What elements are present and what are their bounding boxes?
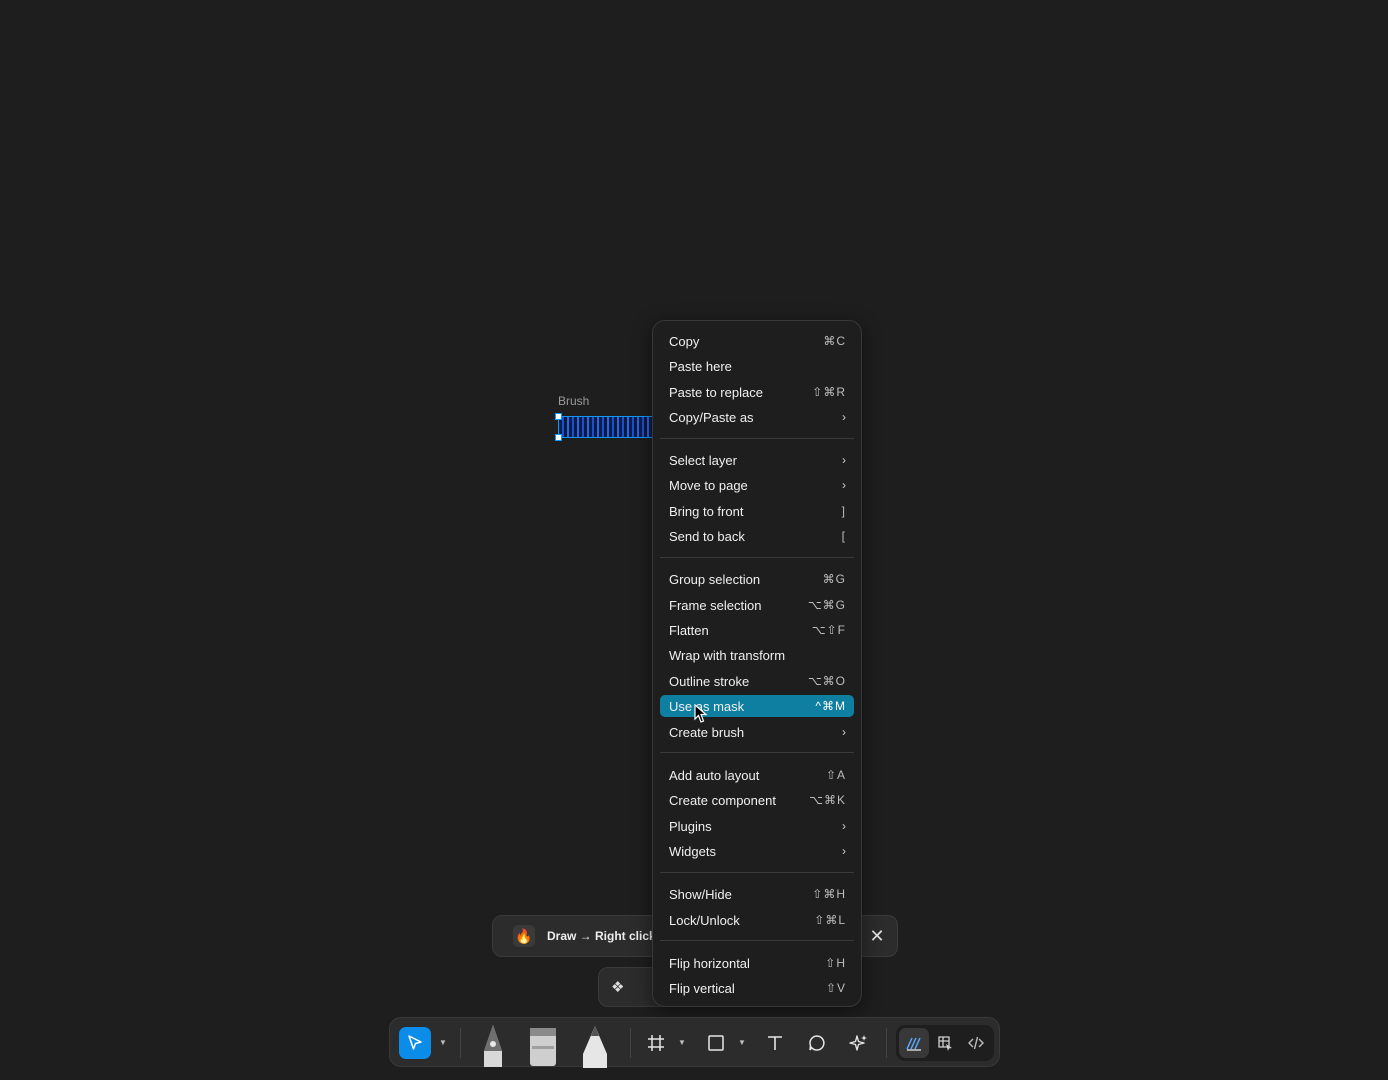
- menu-item-create-brush[interactable]: Create brush ›: [660, 721, 854, 743]
- toolbar-divider: [630, 1028, 631, 1058]
- shortcut: [: [841, 529, 846, 543]
- mode-switcher: [896, 1025, 994, 1061]
- marker-tool-button[interactable]: [526, 1024, 560, 1068]
- canvas[interactable]: Brush 🔥 Draw → Right click ✕ ❖ Copy ⌘C Pa…: [0, 0, 1388, 1080]
- shape-tool-button[interactable]: [702, 1027, 730, 1059]
- menu-item-send-to-back[interactable]: Send to back[: [660, 525, 854, 547]
- menu-divider: [660, 752, 854, 753]
- chevron-right-icon: ›: [842, 453, 846, 467]
- sparkle-icon: [849, 1035, 867, 1051]
- chevron-down-icon[interactable]: ▼: [738, 1038, 746, 1047]
- menu-item-flip-horizontal[interactable]: Flip horizontal ⇧H: [660, 952, 854, 974]
- pen-tool-button[interactable]: [476, 1022, 510, 1068]
- cursor-arrow-icon: [408, 1035, 422, 1050]
- comment-icon: [809, 1035, 825, 1051]
- menu-divider: [660, 872, 854, 873]
- shortcut: ⇧V: [825, 981, 846, 995]
- hash-frame-icon: [648, 1035, 664, 1051]
- chevron-right-icon: ›: [842, 478, 846, 492]
- shortcut: ⇧H: [825, 956, 846, 970]
- shortcut: ⌥⌘O: [807, 674, 846, 688]
- shortcut: ⌘G: [822, 572, 846, 586]
- close-icon[interactable]: ✕: [867, 926, 887, 946]
- layer-name-label: Brush: [558, 394, 590, 408]
- move-tool-button[interactable]: [399, 1027, 431, 1059]
- bottom-toolbar: ▼ ▼ ▼: [389, 1017, 1000, 1068]
- selection-handle-bottom-left[interactable]: [555, 434, 562, 441]
- shortcut: ⌥⌘G: [807, 598, 846, 612]
- menu-item-copy[interactable]: Copy ⌘C: [660, 330, 854, 352]
- shortcut: ⌥⌘K: [809, 793, 846, 807]
- text-icon: [768, 1036, 782, 1050]
- toolbar-divider: [886, 1028, 887, 1058]
- ai-tool-button[interactable]: [845, 1027, 873, 1059]
- dev-mode-button[interactable]: [961, 1028, 991, 1058]
- menu-divider: [660, 438, 854, 439]
- draw-mode-button[interactable]: [899, 1028, 929, 1058]
- menu-divider: [660, 940, 854, 941]
- menu-item-plugins[interactable]: Plugins ›: [660, 815, 854, 837]
- menu-item-show-hide[interactable]: Show/Hide ⇧⌘H: [660, 883, 854, 905]
- menu-item-flip-vertical[interactable]: Flip vertical ⇧V: [660, 977, 854, 999]
- chevron-down-icon[interactable]: ▼: [678, 1038, 686, 1047]
- text-tool-button[interactable]: [761, 1027, 789, 1059]
- chevron-right-icon: ›: [842, 410, 846, 424]
- menu-item-select-layer[interactable]: Select layer ›: [660, 449, 854, 471]
- menu-item-add-auto-layout[interactable]: Add auto layout ⇧A: [660, 764, 854, 786]
- menu-item-create-component[interactable]: Create component ⌥⌘K: [660, 789, 854, 811]
- design-mode-button[interactable]: [930, 1028, 960, 1058]
- brush-layer-selection[interactable]: [558, 416, 658, 438]
- toolbar-divider: [460, 1028, 461, 1058]
- selection-handle-top-left[interactable]: [555, 413, 562, 420]
- menu-item-paste-here[interactable]: Paste here: [660, 355, 854, 377]
- menu-item-paste-to-replace[interactable]: Paste to replace ⇧⌘R: [660, 381, 854, 403]
- square-icon: [708, 1035, 724, 1051]
- chevron-right-icon: ›: [842, 844, 846, 858]
- dev-mode-icon: [968, 1036, 984, 1050]
- shortcut: ⇧A: [825, 768, 846, 782]
- menu-item-move-to-page[interactable]: Move to page ›: [660, 474, 854, 496]
- pencil-tool-button[interactable]: [578, 1024, 612, 1068]
- frame-tool-button[interactable]: [642, 1027, 670, 1059]
- shortcut: ^⌘M: [815, 699, 846, 713]
- pencil-icon: [583, 1026, 607, 1068]
- menu-item-bring-to-front[interactable]: Bring to front]: [660, 500, 854, 522]
- menu-item-lock-unlock[interactable]: Lock/Unlock ⇧⌘L: [660, 909, 854, 931]
- chevron-right-icon: ›: [842, 725, 846, 739]
- shortcut: ⇧⌘H: [812, 887, 846, 901]
- mouse-cursor-icon: [694, 704, 708, 723]
- chevron-right-icon: ›: [842, 819, 846, 833]
- menu-item-flatten[interactable]: Flatten ⌥⇧F: [660, 619, 854, 641]
- menu-divider: [660, 557, 854, 558]
- shortcut: ⇧⌘R: [812, 385, 846, 399]
- menu-item-wrap-with-transform[interactable]: Wrap with transform: [660, 644, 854, 666]
- menu-item-widgets[interactable]: Widgets ›: [660, 840, 854, 862]
- chevron-down-icon[interactable]: ▼: [439, 1038, 447, 1047]
- draw-mode-icon: [906, 1037, 921, 1051]
- menu-item-outline-stroke[interactable]: Outline stroke ⌥⌘O: [660, 670, 854, 692]
- comment-tool-button[interactable]: [803, 1027, 831, 1059]
- menu-item-copy-paste-as[interactable]: Copy/Paste as ›: [660, 406, 854, 428]
- menu-item-frame-selection[interactable]: Frame selection ⌥⌘G: [660, 594, 854, 616]
- menu-item-group-selection[interactable]: Group selection ⌘G: [660, 568, 854, 590]
- torch-icon: 🔥: [513, 925, 535, 947]
- marker-icon: [530, 1028, 556, 1066]
- shortcut: ]: [841, 504, 846, 518]
- menu-item-use-as-mask[interactable]: Use as mask ^⌘M: [660, 695, 854, 717]
- design-mode-icon: [938, 1036, 952, 1051]
- context-menu: Copy ⌘C Paste here Paste to replace ⇧⌘R Co…: [652, 320, 862, 1007]
- pen-nib-icon: [484, 1025, 502, 1067]
- shortcut: ⇧⌘L: [814, 913, 846, 927]
- shortcut: ⌘C: [823, 334, 846, 348]
- component-icon[interactable]: ❖: [611, 978, 624, 996]
- toast-text: Draw → Right click: [547, 929, 656, 943]
- shortcut: ⌥⇧F: [811, 623, 846, 637]
